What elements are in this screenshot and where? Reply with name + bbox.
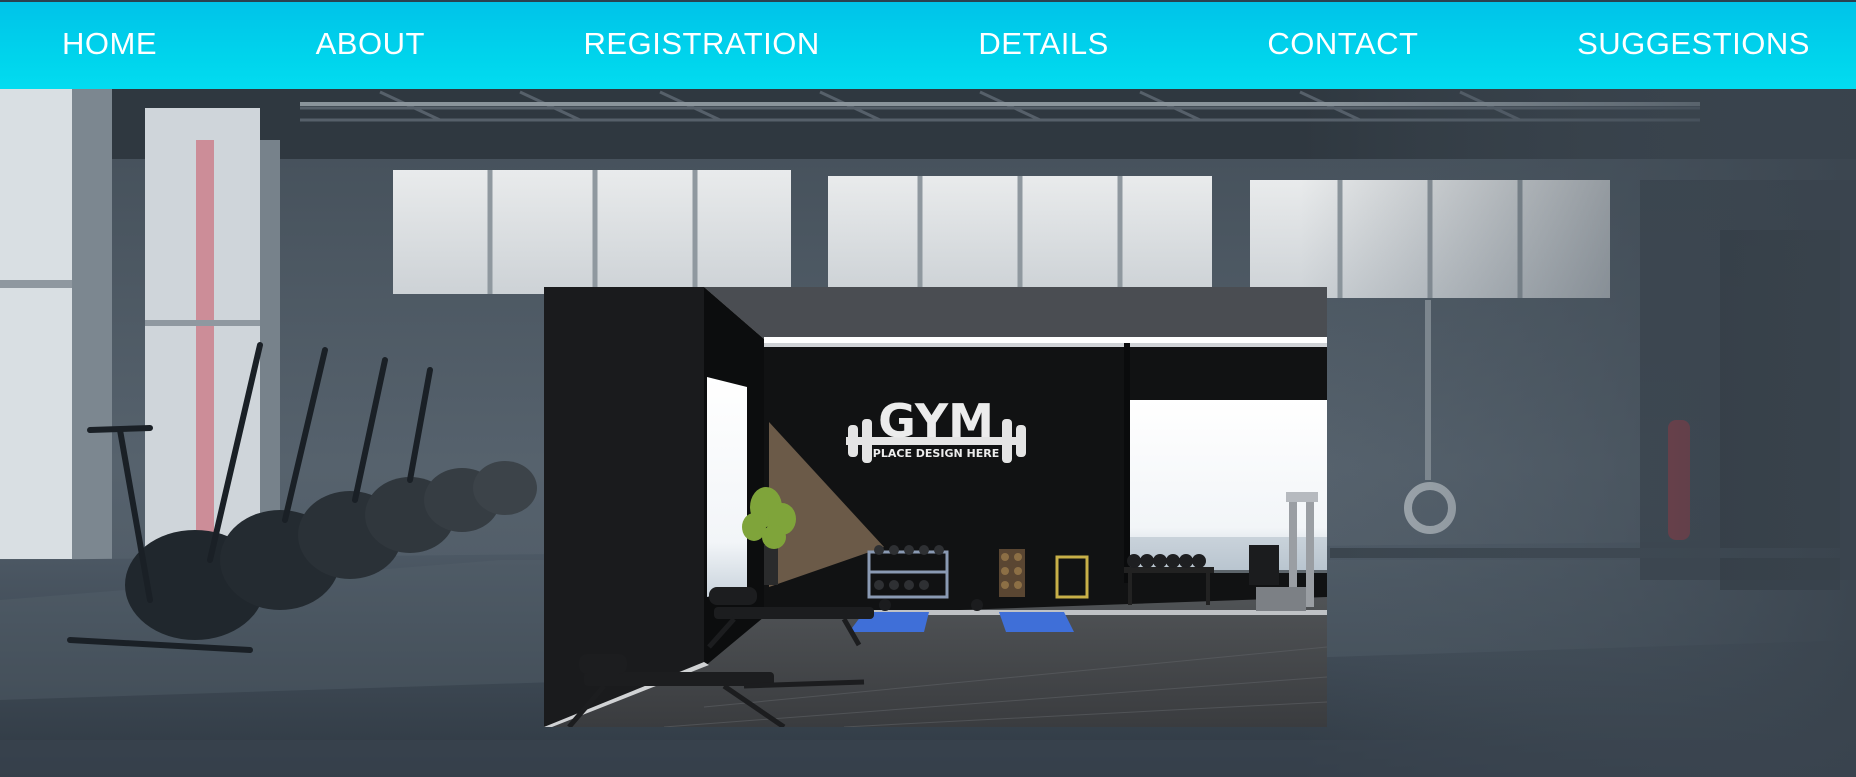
nav-suggestions-link[interactable]: SUGGESTIONS — [1577, 26, 1810, 66]
nav-details-link[interactable]: DETAILS — [978, 26, 1108, 66]
gym-logo-subtext: PLACE DESIGN HERE — [873, 447, 999, 460]
main-navigation: HOME ABOUT REGISTRATION DETAILS CONTACT … — [0, 0, 1856, 89]
nav-registration-link[interactable]: REGISTRATION — [584, 26, 820, 66]
gym-logo-text: GYM — [878, 394, 994, 448]
nav-contact-link[interactable]: CONTACT — [1267, 26, 1418, 66]
page: HOME ABOUT REGISTRATION DETAILS CONTACT … — [0, 0, 1856, 777]
nav-home-link[interactable]: HOME — [62, 26, 157, 66]
nav-about-link[interactable]: ABOUT — [316, 26, 425, 66]
hero-gym-image: GYM PLACE DESIGN HERE — [544, 287, 1327, 727]
